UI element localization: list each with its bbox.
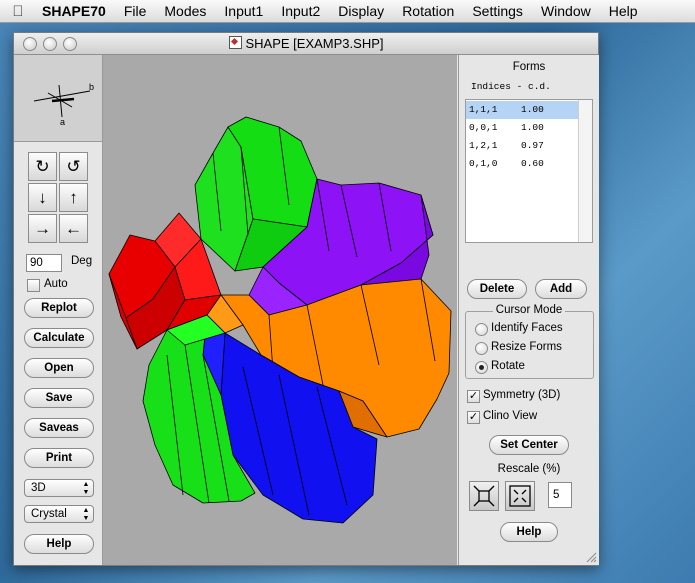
forms-list[interactable]: 1,1,1 1.00 0,0,1 1.00 1,2,1 0.97 0,1,0 0.60 [465, 99, 593, 243]
right-control-panel: Forms Indices - c.d. 1,1,1 1.00 0,0,1 1.00… [458, 55, 599, 565]
select-arrows-icon: ▲ ▼ [82, 481, 90, 496]
forms-list-item[interactable]: 0,0,1 1.00 [466, 119, 578, 137]
symmetry-checkbox[interactable]: ✓ [467, 390, 480, 403]
set-center-button[interactable]: Set Center [489, 435, 569, 455]
form-indices: 0,1,0 [469, 158, 498, 169]
enlarge-button[interactable] [505, 481, 535, 511]
replot-button[interactable]: Replot [24, 298, 94, 318]
shrink-icon [473, 485, 495, 507]
object-type-value: Crystal [31, 508, 67, 520]
menu-input1[interactable]: Input1 [215, 0, 272, 22]
display-mode-select[interactable]: 3D ▲ ▼ [24, 479, 94, 497]
menu-input2[interactable]: Input2 [272, 0, 329, 22]
form-cd: 1.00 [521, 122, 544, 133]
apple-icon[interactable]:  [0, 3, 36, 20]
arrow-right-icon: → [34, 219, 51, 238]
form-indices: 0,0,1 [469, 122, 498, 133]
form-cd: 0.60 [521, 158, 544, 169]
axes-indicator: b a [14, 55, 102, 142]
menu-help[interactable]: Help [600, 0, 647, 22]
form-cd: 0.97 [521, 140, 544, 151]
auto-checkbox[interactable] [27, 279, 40, 292]
help-button-right[interactable]: Help [500, 522, 558, 542]
forms-list-scrollbar[interactable] [578, 100, 592, 242]
rotate-label: Rotate [491, 360, 525, 372]
rotate-cw-icon: ↻ [35, 157, 50, 176]
rotate-down-button[interactable]: ↓ [28, 183, 57, 212]
axis-label-b: b [89, 82, 94, 92]
shape-window: SHAPE [EXAMP3.SHP] b a ↻ ↺ ↓ ↑ → ← 90 De… [13, 32, 599, 566]
forms-header: Indices - c.d. [471, 81, 551, 92]
arrow-up-icon: ↑ [69, 188, 78, 207]
left-control-panel: b a ↻ ↺ ↓ ↑ → ← 90 Deg Auto Replot Calcu… [14, 55, 103, 565]
menu-modes[interactable]: Modes [155, 0, 215, 22]
enlarge-icon [509, 485, 531, 507]
print-button[interactable]: Print [24, 448, 94, 468]
clino-view-checkbox[interactable]: ✓ [467, 411, 480, 424]
add-form-button[interactable]: Add [535, 279, 587, 299]
calculate-button[interactable]: Calculate [24, 328, 94, 348]
window-title-text: SHAPE [EXAMP3.SHP] [245, 36, 384, 51]
forms-title: Forms [512, 61, 546, 73]
cursor-mode-title: Cursor Mode [459, 304, 599, 316]
help-button-left[interactable]: Help [24, 534, 94, 554]
window-title: SHAPE [EXAMP3.SHP] [14, 36, 598, 51]
object-type-select[interactable]: Crystal ▲ ▼ [24, 505, 94, 523]
crystal-drawing[interactable] [103, 55, 457, 565]
form-cd: 1.00 [521, 104, 544, 115]
rotate-left-button[interactable]: ← [59, 214, 88, 243]
symmetry-label: Symmetry (3D) [483, 389, 561, 401]
menu-display[interactable]: Display [329, 0, 393, 22]
axis-label-a: a [60, 117, 65, 127]
rescale-label: Rescale (%) [497, 463, 561, 475]
open-button[interactable]: Open [24, 358, 94, 378]
menu-settings[interactable]: Settings [463, 0, 532, 22]
rotate-radio[interactable] [475, 361, 488, 374]
rotate-counterclockwise-button[interactable]: ↺ [59, 152, 88, 181]
identify-faces-label: Identify Faces [491, 322, 563, 334]
auto-label: Auto [44, 278, 68, 290]
resize-forms-label: Resize Forms [491, 341, 562, 353]
arrow-left-icon: ← [65, 219, 82, 238]
menu-rotation[interactable]: Rotation [393, 0, 463, 22]
select-arrows-icon: ▲ ▼ [82, 507, 90, 522]
form-indices: 1,2,1 [469, 140, 498, 151]
shrink-button[interactable] [469, 481, 499, 511]
resize-forms-radio[interactable] [475, 342, 488, 355]
forms-list-item[interactable]: 1,1,1 1.00 [466, 101, 578, 119]
save-button[interactable]: Save [24, 388, 94, 408]
clino-view-label: Clino View [483, 410, 538, 422]
rotate-clockwise-button[interactable]: ↻ [28, 152, 57, 181]
display-mode-value: 3D [31, 482, 46, 494]
title-bar[interactable]: SHAPE [EXAMP3.SHP] [14, 33, 598, 55]
menu-app[interactable]: SHAPE70 [36, 0, 115, 22]
resize-grip-icon[interactable] [585, 551, 597, 563]
menu-bar:  SHAPE70 File Modes Input1 Input2 Displ… [0, 0, 695, 23]
angle-input[interactable]: 90 [26, 254, 62, 272]
identify-faces-radio[interactable] [475, 323, 488, 336]
saveas-button[interactable]: Saveas [24, 418, 94, 438]
delete-form-button[interactable]: Delete [467, 279, 527, 299]
rotate-ccw-icon: ↺ [66, 157, 81, 176]
axes-icon: b a [33, 82, 94, 127]
arrow-down-icon: ↓ [38, 188, 47, 207]
rescale-input[interactable]: 5 [548, 482, 572, 508]
form-indices: 1,1,1 [469, 104, 498, 115]
forms-list-item[interactable]: 1,2,1 0.97 [466, 137, 578, 155]
rotate-up-button[interactable]: ↑ [59, 183, 88, 212]
menu-window[interactable]: Window [532, 0, 600, 22]
rotate-right-button[interactable]: → [28, 214, 57, 243]
angle-unit-label: Deg [71, 255, 93, 267]
menu-file[interactable]: File [115, 0, 156, 22]
crystal-canvas[interactable] [103, 55, 457, 565]
document-icon [228, 36, 242, 49]
forms-list-item[interactable]: 0,1,0 0.60 [466, 155, 578, 173]
